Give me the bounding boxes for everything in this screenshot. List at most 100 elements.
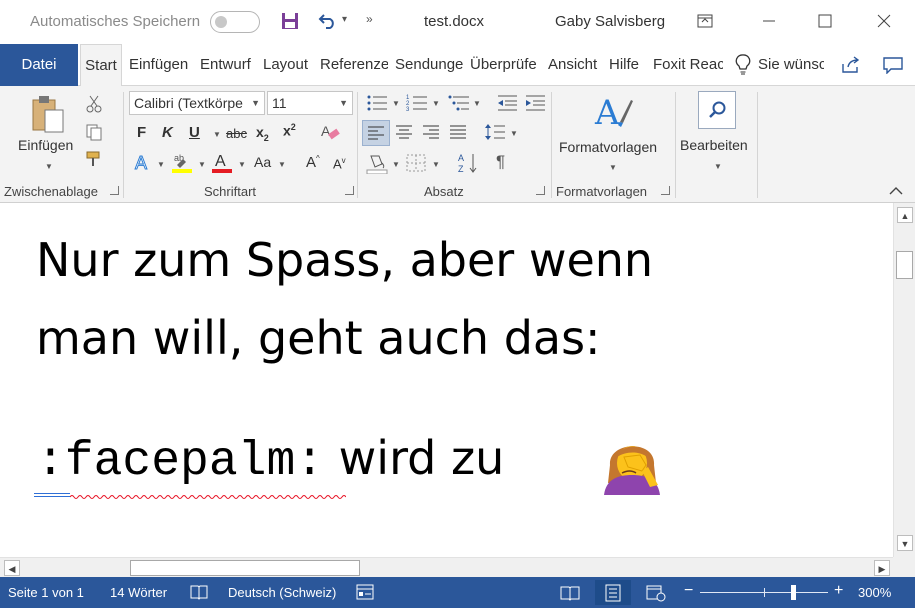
- zoom-out-icon[interactable]: −: [684, 582, 693, 600]
- font-color-icon[interactable]: A: [211, 151, 233, 173]
- multilevel-dropdown-icon[interactable]: ▼: [473, 99, 481, 108]
- line-spacing-dropdown-icon[interactable]: ▼: [510, 129, 518, 138]
- shrink-font-button[interactable]: Av: [333, 156, 346, 171]
- tab-review[interactable]: Überprüfe: [470, 44, 540, 86]
- paste-dropdown-icon[interactable]: ▼: [45, 162, 53, 171]
- editing-button-box[interactable]: [698, 91, 736, 129]
- clear-formatting-icon[interactable]: A: [320, 123, 340, 141]
- highlight-icon[interactable]: ab: [171, 151, 193, 173]
- styles-launcher-icon[interactable]: [661, 186, 670, 195]
- strikethrough-button[interactable]: abc: [226, 126, 247, 141]
- tab-file[interactable]: Datei: [0, 44, 78, 86]
- text-effects-icon[interactable]: A: [133, 153, 153, 173]
- copy-icon[interactable]: [85, 123, 103, 141]
- tab-insert[interactable]: Einfügen: [129, 44, 191, 86]
- increase-indent-icon[interactable]: [524, 94, 546, 112]
- scroll-right-icon[interactable]: ▶: [874, 560, 890, 576]
- tab-foxit[interactable]: Foxit Reac: [653, 44, 723, 86]
- justify-icon[interactable]: [449, 125, 467, 139]
- font-launcher-icon[interactable]: [345, 186, 354, 195]
- align-left-button[interactable]: [362, 120, 390, 146]
- sort-icon[interactable]: AZ: [457, 152, 479, 174]
- align-center-icon[interactable]: [395, 125, 413, 139]
- align-right-icon[interactable]: [422, 125, 440, 139]
- vertical-scroll-thumb[interactable]: [896, 251, 913, 279]
- shading-icon[interactable]: [366, 152, 388, 174]
- editing-button-label[interactable]: Bearbeiten: [680, 137, 748, 153]
- format-painter-icon[interactable]: [85, 150, 103, 168]
- save-icon[interactable]: [281, 12, 299, 30]
- scroll-up-icon[interactable]: ▲: [897, 207, 913, 223]
- undo-icon[interactable]: [318, 12, 338, 30]
- numbering-dropdown-icon[interactable]: ▼: [432, 99, 440, 108]
- proofing-icon[interactable]: [190, 584, 208, 600]
- bold-button[interactable]: F: [137, 124, 146, 141]
- scroll-left-icon[interactable]: ◀: [4, 560, 20, 576]
- bullets-dropdown-icon[interactable]: ▼: [392, 99, 400, 108]
- zoom-slider-thumb[interactable]: [790, 585, 796, 600]
- tab-help[interactable]: Hilfe: [609, 44, 645, 86]
- bullets-icon[interactable]: [366, 94, 388, 112]
- paragraph-launcher-icon[interactable]: [536, 186, 545, 195]
- subscript-icon[interactable]: x2: [256, 124, 269, 143]
- cut-icon[interactable]: [85, 95, 103, 113]
- font-name-combo[interactable]: Calibri (Textkörpе ▼: [129, 91, 265, 115]
- numbering-icon[interactable]: 123: [406, 94, 428, 112]
- horizontal-scroll-thumb[interactable]: [130, 560, 360, 576]
- font-size-combo[interactable]: 11 ▼: [267, 91, 353, 115]
- paste-button-label[interactable]: Einfügen: [18, 137, 73, 153]
- comments-icon[interactable]: [882, 56, 904, 74]
- line-spacing-icon[interactable]: [484, 123, 506, 141]
- tell-me-search[interactable]: Sie wünsc: [758, 44, 824, 86]
- tab-layout[interactable]: Layout: [263, 44, 313, 86]
- styles-icon[interactable]: A: [594, 92, 634, 134]
- borders-dropdown-icon[interactable]: ▼: [432, 160, 440, 169]
- document-canvas[interactable]: Nur zum Spass, aber wenn man will, geht …: [0, 203, 893, 557]
- tab-design[interactable]: Entwurf: [200, 44, 256, 86]
- vertical-scrollbar[interactable]: ▲ ▼: [893, 203, 915, 557]
- collapse-ribbon-icon[interactable]: [889, 186, 903, 195]
- tab-mailings[interactable]: Sendunge: [395, 44, 463, 86]
- styles-button-label[interactable]: Formatvorlagen: [559, 139, 657, 155]
- shading-dropdown-icon[interactable]: ▼: [392, 160, 400, 169]
- decrease-indent-icon[interactable]: [496, 94, 518, 112]
- multilevel-list-icon[interactable]: [448, 94, 470, 112]
- highlight-dropdown-icon[interactable]: ▼: [198, 160, 206, 169]
- tab-start[interactable]: Start: [80, 44, 122, 87]
- pilcrow-icon[interactable]: ¶: [496, 152, 505, 172]
- scroll-down-icon[interactable]: ▼: [897, 535, 913, 551]
- superscript-icon[interactable]: x2: [283, 122, 296, 139]
- borders-icon[interactable]: [406, 154, 426, 172]
- zoom-level[interactable]: 300%: [858, 585, 891, 600]
- user-name[interactable]: Gaby Salvisberg: [555, 13, 665, 30]
- word-count[interactable]: 14 Wörter: [110, 585, 167, 600]
- autosave-toggle[interactable]: [210, 11, 260, 33]
- customize-toolbar-icon[interactable]: »: [366, 12, 373, 26]
- close-icon[interactable]: [873, 10, 895, 32]
- italic-button[interactable]: K: [162, 124, 173, 141]
- text-effects-dropdown-icon[interactable]: ▼: [157, 160, 165, 169]
- web-layout-button[interactable]: [638, 580, 674, 605]
- minimize-icon[interactable]: [758, 10, 780, 32]
- editing-dropdown-icon[interactable]: ▼: [714, 162, 722, 171]
- ribbon-display-icon[interactable]: [694, 10, 716, 32]
- undo-dropdown-icon[interactable]: ▾: [342, 14, 347, 25]
- read-mode-button[interactable]: [552, 580, 588, 605]
- horizontal-scrollbar[interactable]: ◀ ▶: [0, 557, 893, 577]
- page-count[interactable]: Seite 1 von 1: [8, 585, 84, 600]
- maximize-icon[interactable]: [814, 10, 836, 32]
- print-layout-button[interactable]: [595, 580, 631, 605]
- clipboard-launcher-icon[interactable]: [110, 186, 119, 195]
- tab-view[interactable]: Ansicht: [548, 44, 600, 86]
- share-icon[interactable]: [840, 56, 862, 74]
- underline-dropdown-icon[interactable]: ▼: [213, 130, 221, 139]
- tab-references[interactable]: Referenze: [320, 44, 388, 86]
- styles-dropdown-icon[interactable]: ▼: [609, 163, 617, 172]
- change-case-dropdown-icon[interactable]: ▼: [278, 160, 286, 169]
- macro-icon[interactable]: [356, 584, 374, 600]
- paste-icon[interactable]: [31, 94, 65, 134]
- language-indicator[interactable]: Deutsch (Schweiz): [228, 585, 336, 600]
- underline-button[interactable]: U: [189, 124, 200, 141]
- change-case-button[interactable]: Aa: [254, 154, 271, 170]
- font-color-dropdown-icon[interactable]: ▼: [238, 160, 246, 169]
